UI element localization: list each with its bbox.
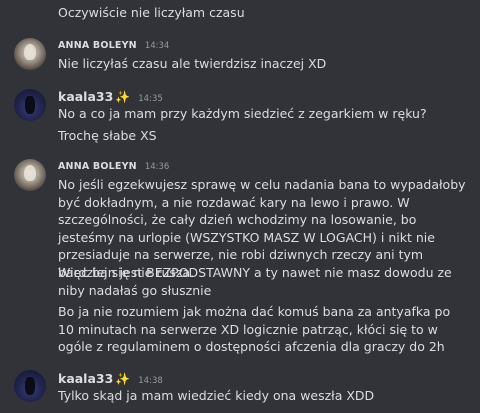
avatar[interactable] xyxy=(14,370,46,402)
username[interactable]: kaala33 xyxy=(58,371,113,386)
username[interactable]: ANNA BOLEYN xyxy=(58,161,137,172)
message-text: Bo ja nie rozumiem jak można dać komuś b… xyxy=(58,304,451,354)
message-text: Oczywiście nie liczyłam czasu xyxy=(58,5,245,20)
message-text: Tylko skąd ja mam wiedzieć kiedy ona wes… xyxy=(58,388,375,403)
timestamp: 14:36 xyxy=(144,162,170,172)
message-header: ANNA BOLEYN 14:36 xyxy=(58,161,169,172)
username[interactable]: ANNA BOLEYN xyxy=(58,40,137,51)
timestamp: 14:34 xyxy=(144,41,170,51)
avatar[interactable] xyxy=(14,159,46,191)
message-text: Nie liczyłaś czasu ale twierdzisz inacze… xyxy=(58,56,327,71)
username[interactable]: kaala33 xyxy=(58,89,113,104)
sparkle-icon: ✨ xyxy=(115,372,131,386)
message-header: kaala33 ✨ 14:38 xyxy=(58,371,163,386)
timestamp: 14:38 xyxy=(138,376,163,386)
timestamp: 14:35 xyxy=(138,94,163,104)
message-text: No a co ja mam przy każdym siedzieć z ze… xyxy=(58,106,427,121)
message-header: ANNA BOLEYN 14:34 xyxy=(58,40,169,51)
message-text: Trochę słabe XS xyxy=(58,128,157,143)
avatar[interactable] xyxy=(14,38,46,70)
sparkle-icon: ✨ xyxy=(115,90,131,104)
message-text: Więc ban jest BEZPODSTAWNY a ty nawet ni… xyxy=(58,265,452,298)
avatar[interactable] xyxy=(14,89,46,121)
message-header: kaala33 ✨ 14:35 xyxy=(58,89,163,104)
